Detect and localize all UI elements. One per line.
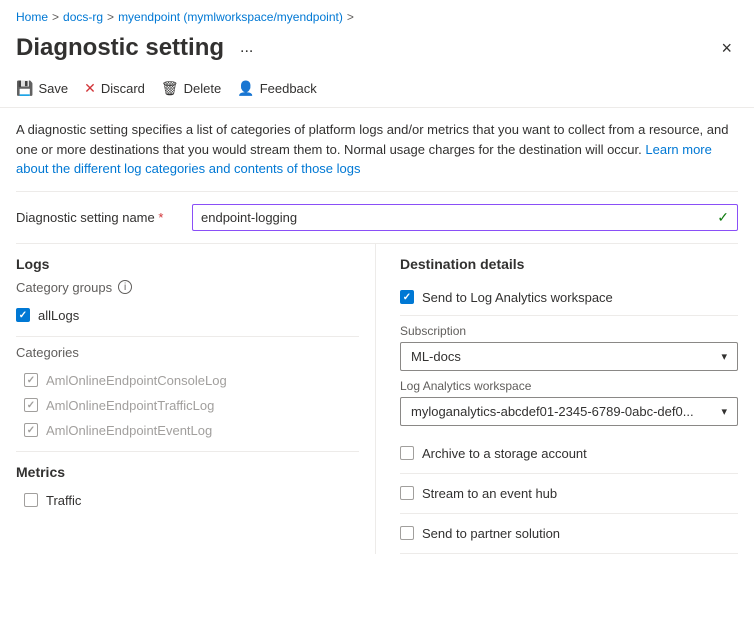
ellipsis-button[interactable]: ...: [234, 37, 259, 59]
valid-checkmark-icon: ✓: [717, 209, 729, 226]
list-item: AmlOnlineEndpointTrafficLog: [16, 393, 359, 418]
breadcrumb-sep3: >: [347, 10, 354, 24]
list-item: AmlOnlineEndpointEventLog: [16, 418, 359, 443]
close-button[interactable]: ×: [715, 37, 738, 59]
workspace-field: Log Analytics workspace myloganalytics-a…: [400, 379, 738, 426]
left-panel: Logs Category groups i allLogs Categorie…: [16, 244, 376, 554]
partner-solution-row: Send to partner solution: [400, 514, 738, 554]
storage-account-row: Archive to a storage account: [400, 434, 738, 474]
setting-name-label: Diagnostic setting name *: [16, 210, 176, 225]
log-analytics-row: Send to Log Analytics workspace: [400, 280, 738, 316]
right-panel: Destination details Send to Log Analytic…: [376, 244, 738, 554]
breadcrumb-endpoint[interactable]: myendpoint (mymlworkspace/myendpoint): [118, 10, 343, 24]
event-log-checkbox[interactable]: [24, 423, 38, 437]
header: Diagnostic setting ... ×: [0, 30, 754, 70]
allLogs-checkbox[interactable]: [16, 308, 30, 322]
destination-section-title: Destination details: [400, 256, 738, 272]
breadcrumb-docs-rg[interactable]: docs-rg: [63, 10, 103, 24]
subscription-dropdown[interactable]: ML-docs ▾: [400, 342, 738, 371]
breadcrumb-sep2: >: [107, 10, 114, 24]
console-log-label: AmlOnlineEndpointConsoleLog: [46, 373, 227, 388]
event-hub-checkbox[interactable]: [400, 486, 414, 500]
delete-button[interactable]: 🗑 Delete: [161, 76, 221, 101]
logs-divider: [16, 336, 359, 337]
category-groups-subtitle: Category groups i: [16, 280, 359, 295]
setting-name-row: Diagnostic setting name * ✓: [0, 192, 754, 243]
traffic-checkbox[interactable]: [24, 493, 38, 507]
main-content: Logs Category groups i allLogs Categorie…: [0, 244, 754, 554]
save-button[interactable]: 💾 Save: [16, 76, 68, 101]
subscription-label: Subscription: [400, 324, 738, 338]
discard-button[interactable]: ✕ Discard: [84, 76, 145, 101]
description-text: A diagnostic setting specifies a list of…: [16, 122, 728, 157]
event-hub-label: Stream to an event hub: [422, 486, 557, 501]
traffic-log-checkbox[interactable]: [24, 398, 38, 412]
feedback-button[interactable]: 👤 Feedback: [237, 76, 317, 101]
categories-section: AmlOnlineEndpointConsoleLog AmlOnlineEnd…: [16, 368, 359, 443]
storage-account-label: Archive to a storage account: [422, 446, 587, 461]
metrics-section: Metrics Traffic: [16, 464, 359, 513]
partner-solution-checkbox[interactable]: [400, 526, 414, 540]
breadcrumb-sep1: >: [52, 10, 59, 24]
description-box: A diagnostic setting specifies a list of…: [0, 108, 754, 191]
log-analytics-label: Send to Log Analytics workspace: [422, 290, 613, 305]
setting-name-input[interactable]: [201, 210, 717, 225]
allLogs-row: allLogs: [16, 303, 359, 328]
workspace-dropdown-arrow-icon: ▾: [721, 405, 727, 418]
delete-icon: 🗑: [161, 80, 179, 97]
workspace-label: Log Analytics workspace: [400, 379, 738, 393]
traffic-row: Traffic: [16, 488, 359, 513]
console-log-checkbox[interactable]: [24, 373, 38, 387]
toolbar: 💾 Save ✕ Discard 🗑 Delete 👤 Feedback: [0, 70, 754, 108]
page-title: Diagnostic setting: [16, 34, 224, 62]
required-indicator: *: [158, 210, 163, 225]
workspace-dropdown[interactable]: myloganalytics-abcdef01-2345-6789-0abc-d…: [400, 397, 738, 426]
partner-solution-label: Send to partner solution: [422, 526, 560, 541]
subscription-dropdown-arrow-icon: ▾: [721, 350, 727, 363]
metrics-divider: [16, 451, 359, 452]
category-groups-info-icon[interactable]: i: [118, 280, 132, 294]
breadcrumb-home[interactable]: Home: [16, 10, 48, 24]
subscription-value: ML-docs: [411, 349, 461, 364]
event-log-label: AmlOnlineEndpointEventLog: [46, 423, 212, 438]
workspace-value: myloganalytics-abcdef01-2345-6789-0abc-d…: [411, 404, 694, 419]
discard-icon: ✕: [84, 80, 96, 97]
breadcrumb: Home > docs-rg > myendpoint (mymlworkspa…: [0, 0, 754, 30]
setting-name-input-wrapper: ✓: [192, 204, 738, 231]
delete-label: Delete: [184, 81, 222, 96]
logs-section-title: Logs: [16, 256, 359, 272]
allLogs-label: allLogs: [38, 308, 79, 323]
list-item: AmlOnlineEndpointConsoleLog: [16, 368, 359, 393]
feedback-icon: 👤: [237, 80, 254, 97]
event-hub-row: Stream to an event hub: [400, 474, 738, 514]
storage-account-checkbox[interactable]: [400, 446, 414, 460]
save-icon: 💾: [16, 80, 33, 97]
log-analytics-checkbox[interactable]: [400, 290, 414, 304]
metrics-section-title: Metrics: [16, 464, 359, 480]
traffic-label: Traffic: [46, 493, 81, 508]
save-label: Save: [38, 81, 68, 96]
feedback-label: Feedback: [260, 81, 317, 96]
subscription-field: Subscription ML-docs ▾: [400, 324, 738, 371]
discard-label: Discard: [101, 81, 145, 96]
traffic-log-label: AmlOnlineEndpointTrafficLog: [46, 398, 214, 413]
categories-subtitle: Categories: [16, 345, 359, 360]
